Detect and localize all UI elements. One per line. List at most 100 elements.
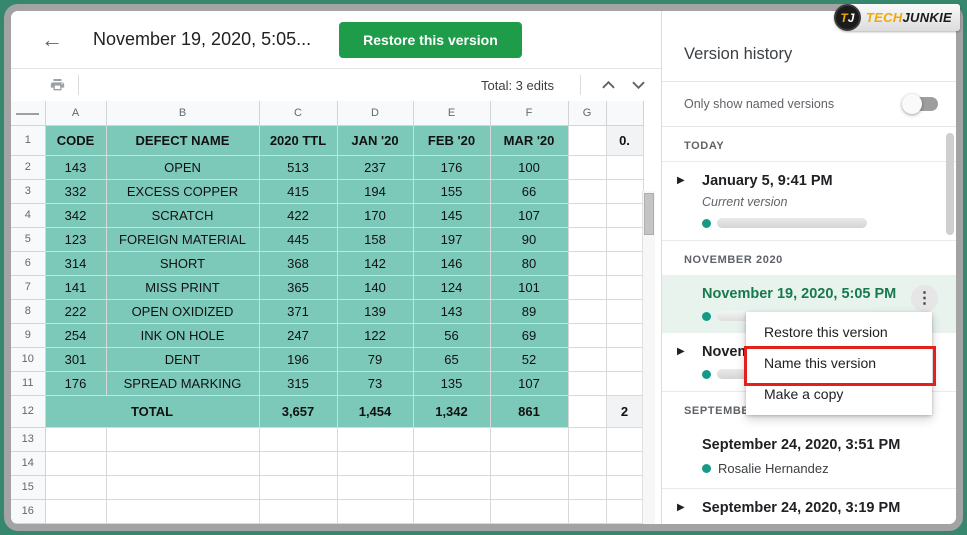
cell[interactable]: [413, 451, 490, 475]
panel-scrollbar-thumb[interactable]: [946, 133, 954, 235]
column-header[interactable]: D: [337, 101, 413, 125]
cell[interactable]: 56: [413, 323, 490, 347]
cell[interactable]: 69: [490, 323, 568, 347]
row-header[interactable]: 2: [11, 155, 45, 179]
cell[interactable]: [568, 125, 606, 155]
cell[interactable]: 1,342: [413, 395, 490, 427]
cell[interactable]: [568, 323, 606, 347]
cell[interactable]: 107: [490, 371, 568, 395]
cell[interactable]: [606, 275, 643, 299]
cell[interactable]: 194: [337, 179, 413, 203]
cell[interactable]: 66: [490, 179, 568, 203]
cell[interactable]: [413, 427, 490, 451]
cell[interactable]: [106, 451, 259, 475]
cell[interactable]: [568, 299, 606, 323]
cell[interactable]: 197: [413, 227, 490, 251]
menu-item-make-copy[interactable]: Make a copy: [746, 379, 932, 410]
chevron-up-icon[interactable]: [593, 72, 623, 98]
cell[interactable]: JAN '20: [337, 125, 413, 155]
cell[interactable]: 141: [45, 275, 106, 299]
cell[interactable]: 415: [259, 179, 337, 203]
version-entry[interactable]: ▶September 24, 2020, 3:19 PM: [662, 489, 956, 524]
cell[interactable]: 140: [337, 275, 413, 299]
menu-item-restore[interactable]: Restore this version: [746, 317, 932, 348]
cell[interactable]: [106, 475, 259, 499]
cell[interactable]: 146: [413, 251, 490, 275]
cell[interactable]: [337, 499, 413, 523]
row-header[interactable]: 15: [11, 475, 45, 499]
cell[interactable]: 73: [337, 371, 413, 395]
column-header[interactable]: B: [106, 101, 259, 125]
cell[interactable]: [413, 499, 490, 523]
cell[interactable]: [568, 227, 606, 251]
cell[interactable]: 422: [259, 203, 337, 227]
cell[interactable]: 143: [45, 155, 106, 179]
cell[interactable]: 861: [490, 395, 568, 427]
row-header[interactable]: 6: [11, 251, 45, 275]
column-header[interactable]: E: [413, 101, 490, 125]
cell[interactable]: [568, 275, 606, 299]
cell[interactable]: 123: [45, 227, 106, 251]
cell[interactable]: [606, 451, 643, 475]
row-header[interactable]: 8: [11, 299, 45, 323]
select-all-corner[interactable]: [11, 101, 45, 125]
column-header[interactable]: G: [568, 101, 606, 125]
cell[interactable]: 65: [413, 347, 490, 371]
cell[interactable]: [568, 155, 606, 179]
cell[interactable]: 513: [259, 155, 337, 179]
cell[interactable]: [606, 179, 643, 203]
cell[interactable]: [259, 499, 337, 523]
cell[interactable]: 342: [45, 203, 106, 227]
cell[interactable]: 100: [490, 155, 568, 179]
cell[interactable]: 80: [490, 251, 568, 275]
cell[interactable]: [490, 499, 568, 523]
cell[interactable]: [259, 427, 337, 451]
cell[interactable]: [568, 451, 606, 475]
cell[interactable]: [606, 299, 643, 323]
cell[interactable]: [106, 427, 259, 451]
cell[interactable]: [606, 347, 643, 371]
row-header[interactable]: 16: [11, 499, 45, 523]
scrollbar-thumb[interactable]: [644, 193, 654, 235]
cell[interactable]: [568, 371, 606, 395]
cell[interactable]: 445: [259, 227, 337, 251]
cell[interactable]: [606, 499, 643, 523]
cell[interactable]: [413, 475, 490, 499]
cell[interactable]: MISS PRINT: [106, 275, 259, 299]
cell[interactable]: [606, 251, 643, 275]
cell[interactable]: 122: [337, 323, 413, 347]
cell[interactable]: [259, 475, 337, 499]
cell[interactable]: 332: [45, 179, 106, 203]
expand-arrow-icon[interactable]: ▶: [677, 346, 685, 357]
cell[interactable]: 101: [490, 275, 568, 299]
cell[interactable]: [106, 499, 259, 523]
cell[interactable]: [606, 227, 643, 251]
cell[interactable]: [490, 475, 568, 499]
cell[interactable]: [337, 451, 413, 475]
version-entry[interactable]: ▶January 5, 9:41 PMCurrent version: [662, 162, 956, 240]
print-icon[interactable]: [49, 77, 66, 93]
cell[interactable]: EXCESS COPPER: [106, 179, 259, 203]
cell[interactable]: 368: [259, 251, 337, 275]
row-header[interactable]: 12: [11, 395, 45, 427]
cell[interactable]: [568, 251, 606, 275]
row-header[interactable]: 5: [11, 227, 45, 251]
cell[interactable]: [606, 323, 643, 347]
cell[interactable]: [45, 451, 106, 475]
cell[interactable]: 365: [259, 275, 337, 299]
version-entry[interactable]: September 24, 2020, 3:51 PMRosalie Herna…: [662, 426, 956, 488]
cell[interactable]: 135: [413, 371, 490, 395]
cell[interactable]: 196: [259, 347, 337, 371]
cell[interactable]: [45, 427, 106, 451]
cell[interactable]: DENT: [106, 347, 259, 371]
column-header[interactable]: [606, 101, 643, 125]
cell[interactable]: 222: [45, 299, 106, 323]
cell[interactable]: FEB '20: [413, 125, 490, 155]
cell[interactable]: INK ON HOLE: [106, 323, 259, 347]
cell[interactable]: [568, 179, 606, 203]
cell[interactable]: 371: [259, 299, 337, 323]
cell[interactable]: [606, 371, 643, 395]
cell[interactable]: [490, 427, 568, 451]
cell[interactable]: [337, 427, 413, 451]
toggle-knob[interactable]: [902, 94, 922, 114]
